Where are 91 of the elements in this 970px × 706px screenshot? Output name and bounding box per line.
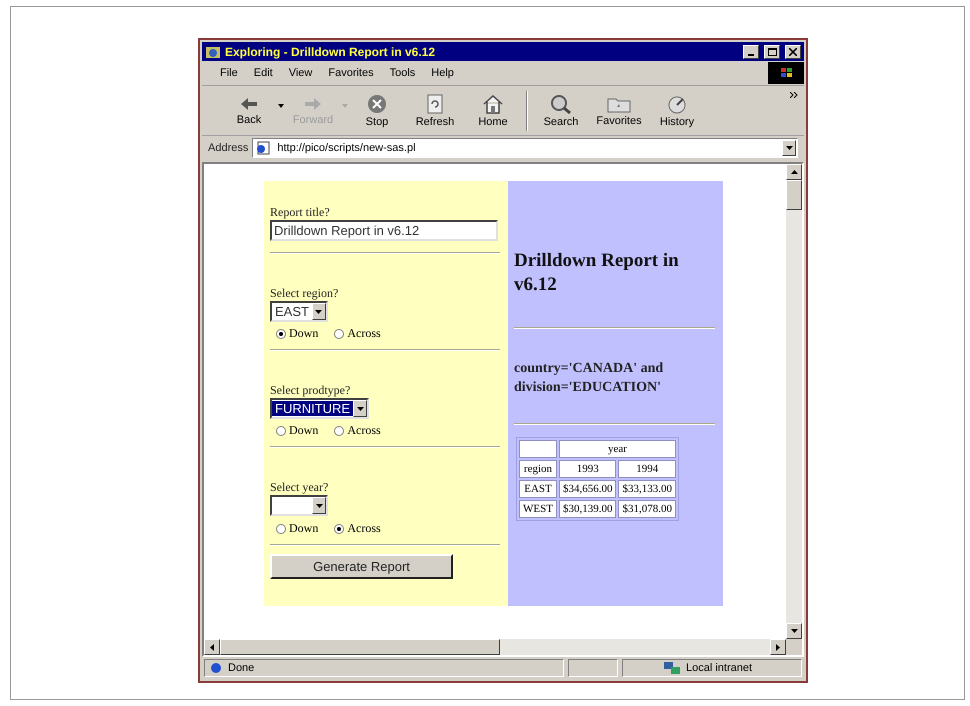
table-cell: $33,133.00 — [618, 480, 676, 498]
filter-text: country='CANADA' and division='EDUCATION' — [514, 360, 664, 397]
menu-item[interactable]: Edit — [248, 67, 279, 79]
scrollbar-thumb[interactable] — [220, 639, 500, 655]
toolbar-button[interactable]: Favorites — [590, 88, 648, 132]
back-arrow-icon — [239, 96, 259, 112]
menu-item[interactable]: File — [214, 67, 244, 79]
radio-button[interactable] — [276, 328, 286, 338]
vertical-scrollbar[interactable] — [786, 164, 802, 639]
dropdown-arrow-icon — [316, 504, 322, 508]
select-field[interactable]: EAST — [270, 301, 328, 322]
radio-button[interactable] — [276, 524, 286, 534]
status-pane — [568, 659, 618, 677]
table-header: 1993 — [558, 460, 616, 478]
zone-text: Local intranet — [686, 662, 752, 674]
network-icon — [663, 661, 681, 675]
down-arrow-icon[interactable] — [790, 629, 798, 633]
menu-item[interactable]: View — [282, 67, 318, 79]
toolbar-button[interactable]: Refresh — [406, 88, 464, 132]
minimize-icon — [748, 54, 754, 56]
search-icon — [550, 94, 572, 114]
toolbar-button[interactable]: History — [648, 88, 706, 132]
scrollbar-thumb[interactable] — [786, 180, 802, 210]
chevron-icon[interactable] — [790, 92, 798, 98]
close-icon — [789, 48, 797, 56]
home-icon — [482, 94, 504, 114]
table-header: EAST — [519, 480, 557, 498]
select-field[interactable] — [270, 495, 328, 516]
select-field[interactable]: FURNITURE — [270, 398, 370, 419]
radio-label: Across — [347, 423, 381, 438]
windows-logo — [768, 62, 804, 84]
radio-label: Across — [347, 521, 381, 536]
toolbar-button[interactable]: Stop — [348, 88, 406, 132]
forward-arrow-icon — [303, 96, 323, 112]
toolbar-button[interactable]: Home — [464, 88, 522, 132]
field-label: Select prodtype? — [270, 383, 352, 398]
radio-label: Down — [289, 423, 318, 438]
dropdown-arrow-icon — [315, 310, 322, 314]
menu-item[interactable]: Help — [425, 67, 460, 79]
right-arrow-icon[interactable] — [776, 644, 780, 650]
browser-icon — [205, 44, 221, 58]
radio-label: Down — [289, 521, 318, 536]
toolbar-button[interactable]: Search — [532, 88, 590, 132]
table-cell: $31,078.00 — [618, 500, 676, 518]
table-header: region — [519, 460, 557, 478]
page-icon — [209, 661, 223, 675]
page-icon — [255, 141, 272, 155]
table-cell — [519, 440, 557, 458]
maximize-icon — [768, 48, 776, 56]
refresh-icon — [426, 94, 444, 114]
maximize-button[interactable] — [764, 44, 780, 58]
stop-icon — [367, 94, 387, 114]
radio-label: Across — [347, 326, 381, 341]
up-arrow-icon[interactable] — [790, 170, 798, 174]
field-label: Select region? — [270, 286, 340, 301]
report-heading: Drilldown Report in v6.12 — [514, 249, 680, 297]
table-cell: $34,656.00 — [558, 480, 616, 498]
radio-label: Down — [289, 326, 318, 341]
close-button[interactable] — [785, 44, 801, 58]
dropdown-arrow-icon — [356, 406, 364, 410]
address-field[interactable]: http://pico/scripts/new-sas.pl — [252, 138, 798, 158]
radio-button[interactable] — [334, 524, 344, 534]
dropdown-button[interactable] — [353, 400, 368, 417]
toolbar-button[interactable]: Back — [220, 88, 278, 132]
radio-button[interactable] — [334, 426, 344, 436]
left-arrow-icon[interactable] — [210, 644, 214, 650]
generate-report-button[interactable]: Generate Report — [270, 554, 453, 579]
field-label: Select year? — [270, 480, 330, 495]
history-icon — [666, 94, 688, 114]
address-url: http://pico/scripts/new-sas.pl — [277, 142, 416, 154]
table-header: year — [558, 440, 676, 458]
horizontal-scrollbar[interactable] — [204, 639, 802, 655]
caret-icon[interactable] — [278, 104, 284, 108]
table-header: WEST — [519, 500, 557, 518]
field-label: Report title? — [270, 205, 331, 220]
table-header: 1994 — [618, 460, 676, 478]
menu-item[interactable]: Tools — [384, 67, 422, 79]
scrollbar-corner — [786, 639, 802, 655]
dropdown-arrow-icon — [786, 146, 792, 150]
address-label: Address — [208, 142, 248, 154]
title-input[interactable]: Drilldown Report in v6.12 — [270, 220, 498, 241]
window-title: Exploring - Drilldown Report in v6.12 — [225, 44, 436, 58]
dropdown-button[interactable] — [312, 303, 326, 320]
address-dropdown-button[interactable] — [782, 140, 796, 156]
radio-button[interactable] — [334, 328, 344, 338]
status-text: Done — [228, 662, 254, 674]
table-cell: $30,139.00 — [558, 500, 616, 518]
dropdown-button[interactable] — [312, 497, 326, 514]
minimize-button[interactable] — [743, 44, 759, 58]
radio-button[interactable] — [276, 426, 286, 436]
menu-item[interactable]: Favorites — [322, 67, 380, 79]
